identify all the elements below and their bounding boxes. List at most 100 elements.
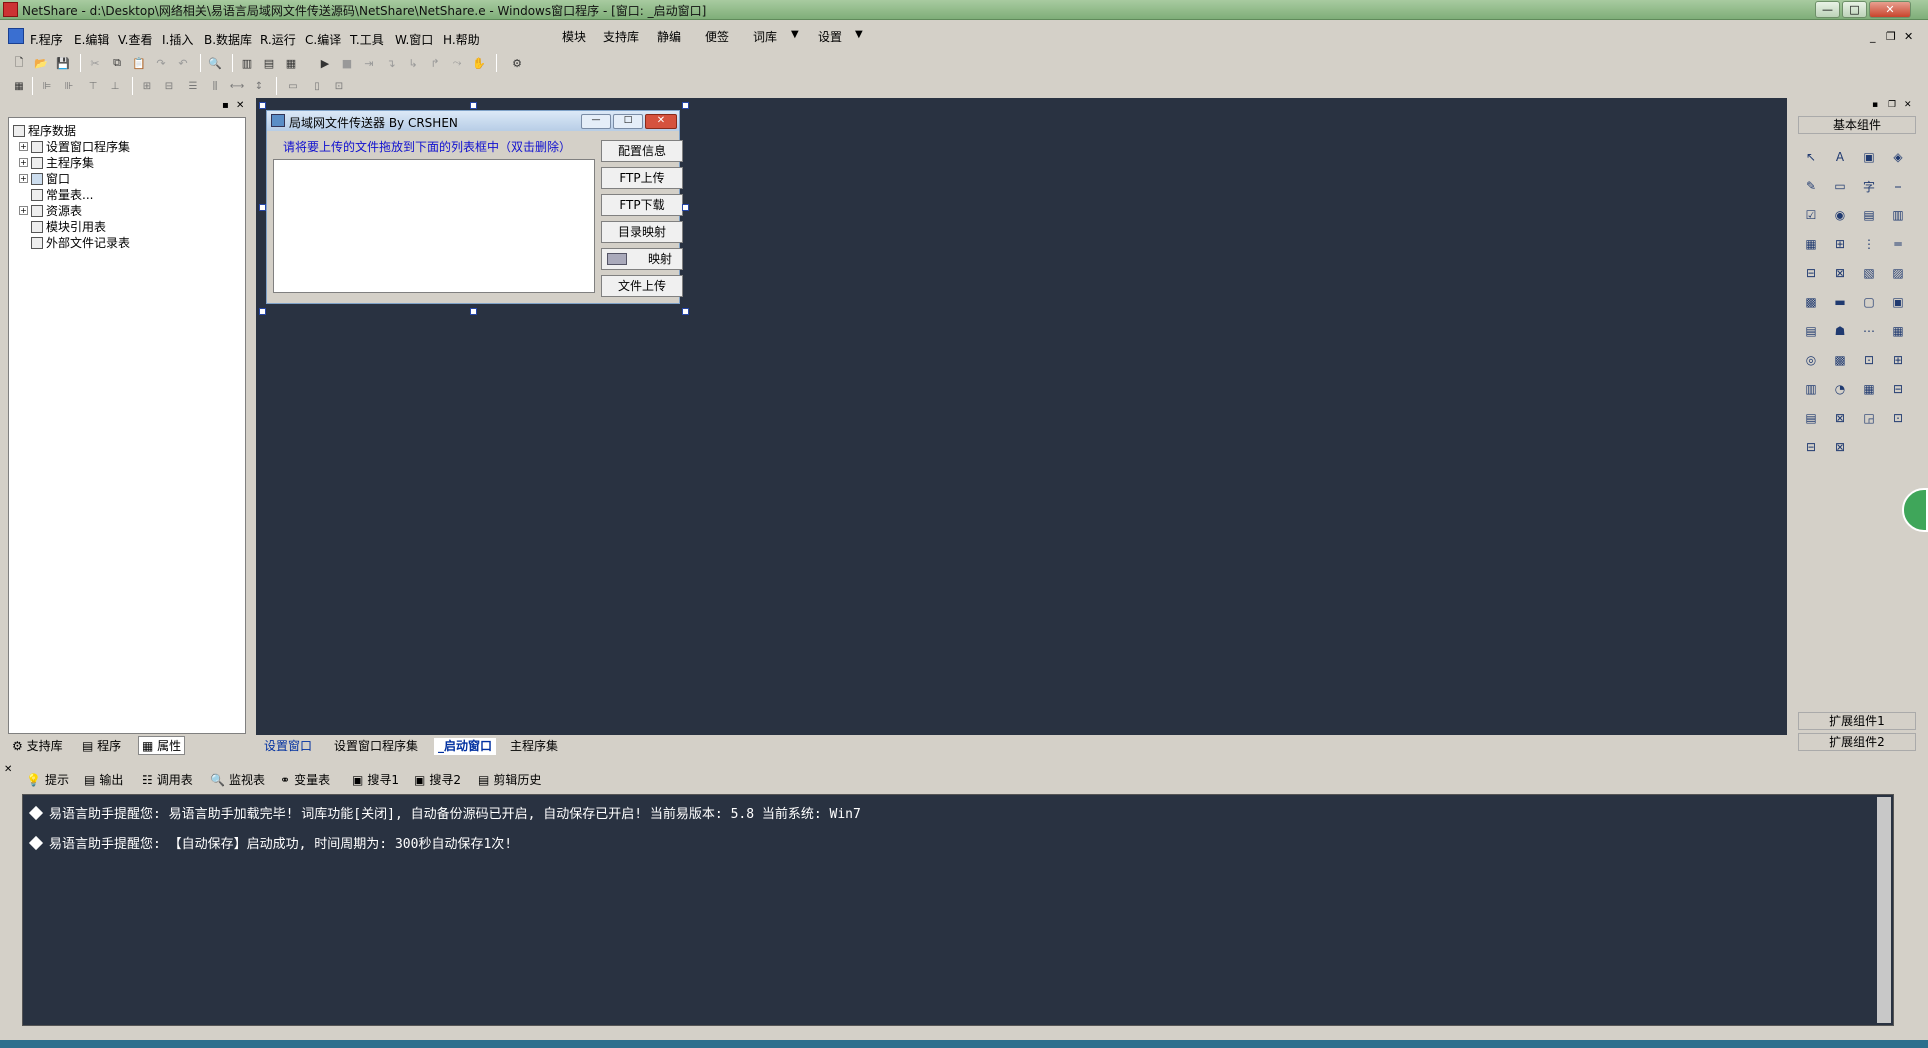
tab-settings-window-set[interactable]: 设置窗口程序集 [330,738,422,755]
layout-1-icon[interactable]: ▥ [238,54,256,72]
new-file-icon[interactable]: 🗋 [10,54,28,72]
component-tool-icon[interactable]: ▩ [1800,291,1822,313]
tree-item-external-files[interactable]: 外部文件记录表 [31,234,130,251]
component-tool-icon[interactable]: ▩ [1829,349,1851,371]
component-tool-icon[interactable]: ↖ [1800,146,1822,168]
ext-components-1[interactable]: 扩展组件1 [1798,712,1916,730]
form-title-bar[interactable]: 局域网文件传送器 By CRSHEN — □ ✕ [267,111,679,131]
step-4-icon[interactable]: ↱ [426,54,444,72]
menu-support-lib[interactable]: 支持库 [603,28,639,45]
space-h-icon[interactable]: ⫼ [206,77,224,95]
settings-dropdown-icon[interactable]: ▼ [855,29,863,40]
run-icon[interactable]: ▶ [316,54,334,72]
tab-output[interactable]: ▤ 输出 [84,771,123,788]
file-list-box[interactable] [273,159,595,293]
component-tool-icon[interactable]: ▦ [1887,320,1909,342]
resize-handle[interactable] [682,308,689,315]
component-tool-icon[interactable]: ▤ [1800,407,1822,429]
component-tool-icon[interactable]: ⊟ [1800,262,1822,284]
tab-support-lib[interactable]: ⚙ 支持库 [12,737,63,754]
expand-icon[interactable]: + [19,174,28,183]
tab-properties[interactable]: ▦ 属性 [138,736,186,755]
component-tool-icon[interactable]: ⊡ [1887,407,1909,429]
tree-item-resources[interactable]: + 资源表 [19,202,82,219]
step-2-icon[interactable]: ↴ [382,54,400,72]
menu-module[interactable]: 模块 [562,28,586,45]
menu-run[interactable]: R.运行 [260,31,296,48]
component-tool-icon[interactable]: ☗ [1829,320,1851,342]
size-width-icon[interactable]: ▭ [284,77,302,95]
file-upload-button[interactable]: 文件上传 [601,275,683,297]
resize-handle[interactable] [259,308,266,315]
menu-tools[interactable]: T.工具 [350,31,384,48]
layout-2-icon[interactable]: ▤ [260,54,278,72]
component-tool-icon[interactable]: ⊟ [1800,436,1822,458]
align-left-icon[interactable]: ⊫ [38,77,56,95]
same-width-icon[interactable]: ⟷ [228,77,246,95]
panel-restore-icon[interactable]: ❐ [1888,100,1896,110]
minimize-button[interactable]: — [1815,1,1840,18]
component-tool-icon[interactable]: ▥ [1800,378,1822,400]
menu-program[interactable]: F.程序 [30,31,63,48]
component-tool-icon[interactable]: ⋮ [1858,233,1880,255]
expand-icon[interactable]: + [19,158,28,167]
size-height-icon[interactable]: ▯ [308,77,326,95]
tree-item-module-refs[interactable]: 模块引用表 [31,218,106,235]
ftp-download-button[interactable]: FTP下载 [601,194,683,216]
component-tool-icon[interactable]: 字 [1858,175,1880,197]
menu-notes[interactable]: 便签 [705,28,729,45]
component-tool-icon[interactable]: ═ [1887,233,1909,255]
stop-icon[interactable]: ■ [338,54,356,72]
form-designer-window[interactable]: 局域网文件传送器 By CRSHEN — □ ✕ 请将要上传的文件拖放到下面的列… [266,110,683,304]
panel-close-icon[interactable]: ✕ [236,100,244,111]
panel-close-icon[interactable]: ✕ [1904,100,1912,110]
tab-clip-history[interactable]: ▤ 剪辑历史 [478,771,541,788]
pin-icon[interactable]: ▪ [222,100,229,111]
component-tool-icon[interactable]: ▨ [1887,262,1909,284]
grid-icon[interactable]: ▦ [10,77,28,95]
menu-compile[interactable]: C.编译 [305,31,341,48]
component-tool-icon[interactable]: ▤ [1800,320,1822,342]
component-tool-icon[interactable]: ⋯ [1858,320,1880,342]
component-tool-icon[interactable]: ◉ [1829,204,1851,226]
save-icon[interactable]: 💾 [54,54,72,72]
close-button[interactable]: ✕ [1869,1,1911,18]
tab-call-table[interactable]: ☷ 调用表 [142,771,193,788]
resize-handle[interactable] [259,102,266,109]
space-v-icon[interactable]: ☰ [184,77,202,95]
component-tool-icon[interactable]: ▧ [1858,262,1880,284]
mdi-minimize-icon[interactable]: _ [1870,30,1876,43]
output-scrollbar[interactable] [1877,797,1891,1023]
tree-item-main-set[interactable]: + 主程序集 [19,154,94,171]
align-top-icon[interactable]: ⊤ [84,77,102,95]
component-tool-icon[interactable]: ⊠ [1829,262,1851,284]
resize-handle[interactable] [470,308,477,315]
component-tool-icon[interactable]: ⊟ [1887,378,1909,400]
tab-hint[interactable]: 💡 提示 [26,771,69,788]
component-tool-icon[interactable]: ▣ [1858,146,1880,168]
tab-main-set[interactable]: 主程序集 [506,738,562,755]
menu-settings[interactable]: 设置 [818,28,842,45]
component-tool-icon[interactable]: ☑ [1800,204,1822,226]
tree-item-window[interactable]: + 窗口 [19,170,70,187]
component-tool-icon[interactable]: ◔ [1829,378,1851,400]
component-tool-icon[interactable]: ▤ [1858,204,1880,226]
tab-variables[interactable]: ⚭ 变量表 [280,771,330,788]
step-1-icon[interactable]: ⇥ [360,54,378,72]
menu-view[interactable]: V.查看 [118,31,152,48]
component-tool-icon[interactable]: ◎ [1800,349,1822,371]
mdi-restore-icon[interactable]: ❐ [1886,30,1896,43]
component-tool-icon[interactable]: ⊡ [1858,349,1880,371]
component-tool-icon[interactable]: ⊠ [1829,407,1851,429]
component-tool-icon[interactable]: A [1829,146,1851,168]
component-tool-icon[interactable]: ⊠ [1829,436,1851,458]
expand-icon[interactable]: + [19,206,28,215]
component-tool-icon[interactable]: ▢ [1858,291,1880,313]
mdi-close-icon[interactable]: ✕ [1904,30,1913,43]
menu-static-compile[interactable]: 静编 [657,28,681,45]
component-tool-icon[interactable]: ◲ [1858,407,1880,429]
size-both-icon[interactable]: ⊡ [330,77,348,95]
maximize-button[interactable]: □ [1842,1,1867,18]
center-h-icon[interactable]: ⊞ [138,77,156,95]
menu-database[interactable]: B.数据库 [204,31,252,48]
